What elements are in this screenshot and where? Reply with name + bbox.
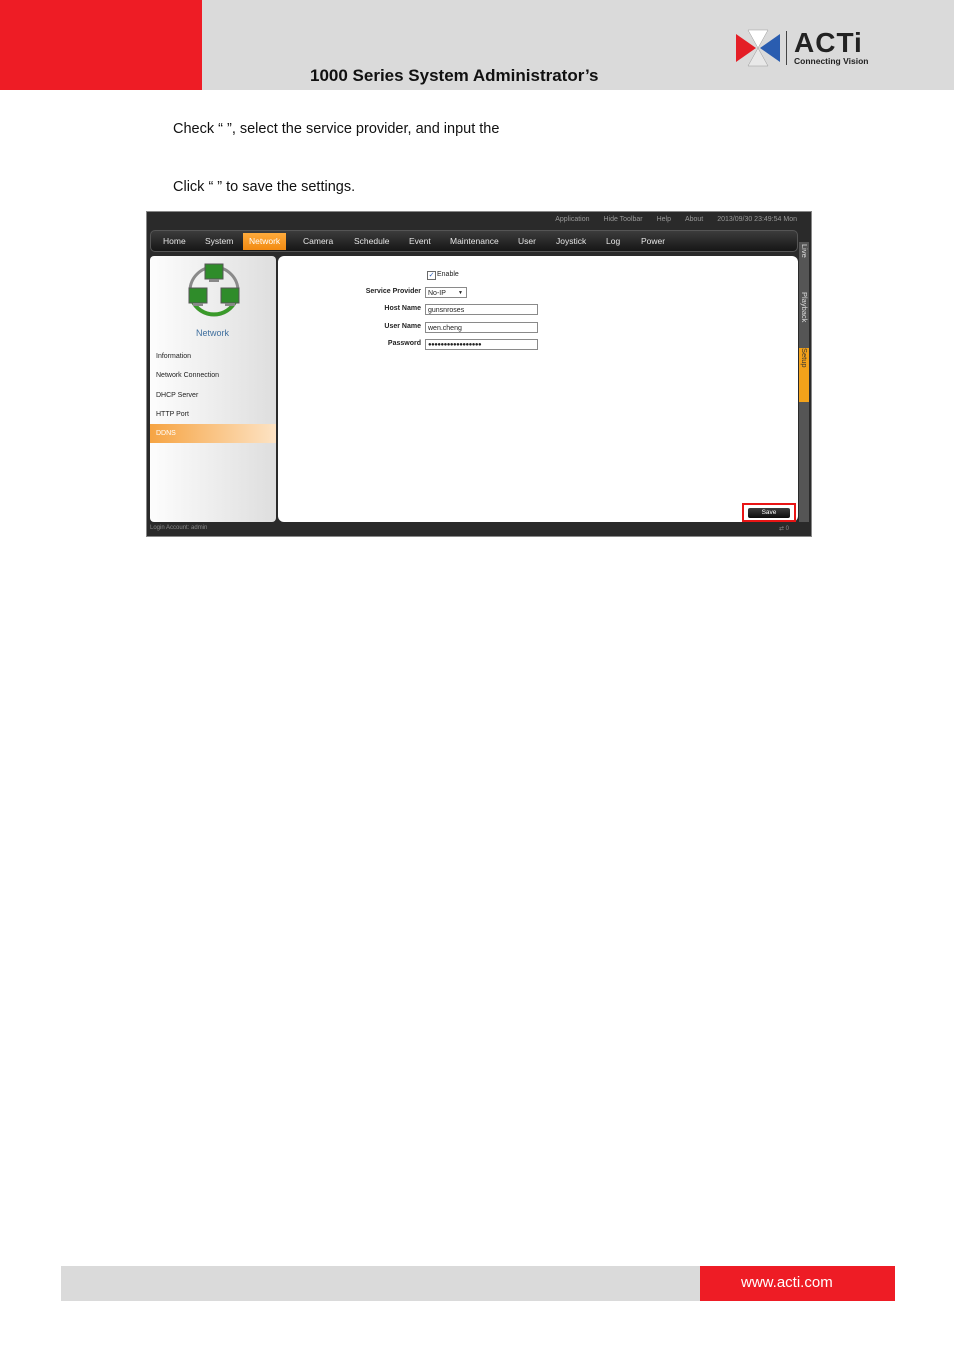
datetime-text: 2013/09/30 23:49:54 Mon <box>717 216 797 223</box>
enable-label: Enable <box>437 271 459 278</box>
link-application[interactable]: Application <box>555 216 589 223</box>
logo-wordmark: ACTi <box>794 27 863 58</box>
main-nav: Home System Network Camera Schedule Even… <box>150 230 798 252</box>
menu-item-ddns[interactable]: DDNS <box>150 424 276 443</box>
instruction-step-check: Check “ ”, select the service provider, … <box>173 121 500 137</box>
password-label: Password <box>387 340 421 347</box>
logo-mark-icon <box>736 29 780 67</box>
menu-item-network-connection[interactable]: Network Connection <box>150 366 276 385</box>
nav-schedule[interactable]: Schedule <box>348 233 395 250</box>
link-about[interactable]: About <box>685 216 703 223</box>
nav-event[interactable]: Event <box>403 233 437 250</box>
chevron-down-icon: ▼ <box>458 290 463 296</box>
nav-log[interactable]: Log <box>600 233 626 250</box>
host-name-label: Host Name <box>384 305 421 312</box>
service-provider-select[interactable]: No-IP ▼ <box>425 287 467 298</box>
logo-tagline: Connecting Vision <box>794 56 869 66</box>
nav-joystick[interactable]: Joystick <box>550 233 592 250</box>
section-title: Network <box>196 328 230 338</box>
service-provider-label: Service Provider <box>365 288 421 295</box>
nav-maintenance[interactable]: Maintenance <box>444 233 505 250</box>
page-title: 1000 Series System Administrator’s <box>310 66 599 85</box>
menu-item-http-port[interactable]: HTTP Port <box>150 405 276 424</box>
menu-item-dhcp-server[interactable]: DHCP Server <box>150 386 276 405</box>
login-account-status: Login Account: admin <box>150 525 208 531</box>
nav-user[interactable]: User <box>512 233 542 250</box>
logo-divider <box>786 31 787 65</box>
network-icon <box>188 263 240 317</box>
side-tab-playback[interactable]: Playback <box>799 292 809 344</box>
link-help[interactable]: Help <box>657 216 671 223</box>
acti-logo: ACTi Connecting Vision <box>734 28 874 70</box>
user-name-label: User Name <box>384 323 421 330</box>
enable-checkbox[interactable]: ✓ <box>427 271 436 280</box>
nav-power[interactable]: Power <box>635 233 671 250</box>
save-highlight: Save <box>742 503 796 522</box>
user-name-input[interactable]: wen.cheng <box>425 322 538 333</box>
settings-panel: ✓ Enable Service Provider No-IP ▼ Host N… <box>278 256 798 522</box>
footer-url[interactable]: www.acti.com <box>741 1274 833 1291</box>
side-tab-live[interactable]: Live <box>799 244 809 284</box>
side-tabs: Live Playback Setup <box>799 242 809 522</box>
nav-camera[interactable]: Camera <box>297 233 339 250</box>
network-status-icon: ⇄ <box>778 526 784 532</box>
side-tab-setup[interactable]: Setup <box>799 348 809 402</box>
password-input[interactable]: ●●●●●●●●●●●●●●●●● <box>425 339 538 350</box>
nav-network[interactable]: Network <box>243 233 287 250</box>
nav-home[interactable]: Home <box>157 233 192 250</box>
instruction-step-click: Click “ ” to save the settings. <box>173 179 356 195</box>
link-hide-toolbar[interactable]: Hide Toolbar <box>603 216 642 223</box>
nav-system[interactable]: System <box>199 233 239 250</box>
save-button[interactable]: Save <box>748 508 790 518</box>
header-red-block <box>0 0 202 90</box>
menu-item-information[interactable]: Information <box>150 347 276 366</box>
host-name-input[interactable]: gunsnroses <box>425 304 538 315</box>
app-screenshot: Application Hide Toolbar Help About 2013… <box>146 211 812 537</box>
top-links: Application Hide Toolbar Help About 2013… <box>543 216 797 223</box>
left-panel: Network Information Network Connection D… <box>150 256 276 522</box>
connection-status: ⇄ 0 <box>778 526 789 532</box>
